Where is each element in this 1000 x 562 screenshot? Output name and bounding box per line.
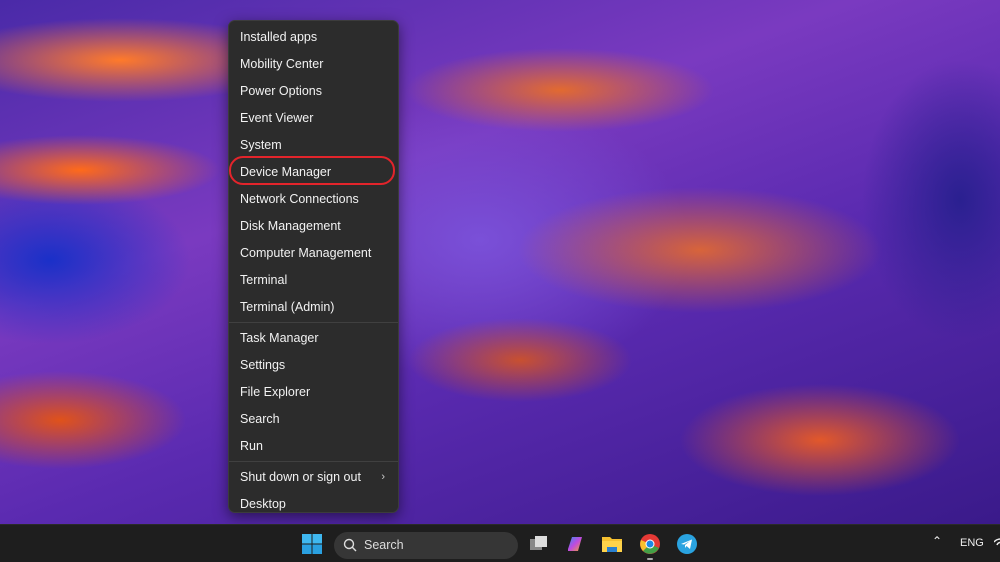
menu-item-shut-down-or-sign-out[interactable]: Shut down or sign out ›: [229, 464, 398, 491]
menu-item-label: Computer Management: [240, 246, 372, 260]
taskbar: Search ⌃ ENG: [0, 524, 1000, 562]
quick-link-menu: Installed apps Mobility Center Power Optio…: [228, 20, 399, 513]
menu-item-label: Run: [240, 439, 263, 453]
menu-item-network-connections[interactable]: Network Connections: [229, 186, 398, 213]
copilot-icon[interactable]: [564, 533, 586, 555]
chevron-right-icon: ›: [381, 471, 385, 483]
menu-item-power-options[interactable]: Power Options: [229, 78, 398, 105]
language-indicator[interactable]: ENG: [960, 537, 984, 549]
menu-item-label: Desktop: [240, 497, 286, 511]
menu-item-run[interactable]: Run: [229, 433, 398, 460]
menu-item-label: Terminal (Admin): [240, 300, 335, 314]
menu-separator: [229, 322, 398, 323]
menu-item-label: File Explorer: [240, 385, 311, 399]
menu-item-label: Mobility Center: [240, 57, 324, 71]
desktop-wallpaper: [0, 0, 1000, 524]
wifi-icon[interactable]: [993, 537, 1000, 552]
start-icon[interactable]: [301, 533, 323, 555]
menu-item-label: Network Connections: [240, 192, 359, 206]
menu-item-settings[interactable]: Settings: [229, 352, 398, 379]
menu-item-event-viewer[interactable]: Event Viewer: [229, 105, 398, 132]
menu-item-system[interactable]: System: [229, 132, 398, 159]
menu-item-search[interactable]: Search: [229, 406, 398, 433]
menu-item-label: Power Options: [240, 84, 322, 98]
menu-item-label: Search: [240, 412, 280, 426]
menu-item-label: Settings: [240, 358, 286, 372]
menu-item-file-explorer[interactable]: File Explorer: [229, 379, 398, 406]
menu-item-installed-apps[interactable]: Installed apps: [229, 24, 398, 51]
menu-item-label: Terminal: [240, 273, 288, 287]
menu-item-terminal-admin[interactable]: Terminal (Admin): [229, 294, 398, 321]
task-view-icon[interactable]: [528, 533, 550, 555]
search-label: Search: [364, 538, 404, 552]
menu-item-label: Device Manager: [240, 165, 332, 179]
menu-item-mobility-center[interactable]: Mobility Center: [229, 51, 398, 78]
menu-item-label: Disk Management: [240, 219, 341, 233]
menu-item-label: Task Manager: [240, 331, 319, 345]
search-icon: [343, 538, 357, 552]
menu-item-desktop[interactable]: Desktop: [229, 491, 398, 518]
menu-item-label: System: [240, 138, 282, 152]
file-explorer-icon[interactable]: [601, 533, 623, 555]
menu-item-label: Shut down or sign out: [240, 470, 361, 484]
menu-item-task-manager[interactable]: Task Manager: [229, 325, 398, 352]
menu-item-terminal[interactable]: Terminal: [229, 267, 398, 294]
menu-item-label: Event Viewer: [240, 111, 314, 125]
menu-item-device-manager[interactable]: Device Manager: [229, 159, 398, 186]
search-box[interactable]: Search: [334, 532, 518, 559]
telegram-icon[interactable]: [676, 533, 698, 555]
chrome-icon[interactable]: [639, 533, 661, 560]
menu-item-computer-management[interactable]: Computer Management: [229, 240, 398, 267]
running-indicator: [647, 558, 653, 560]
menu-item-label: Installed apps: [240, 30, 318, 44]
chevron-up-icon[interactable]: ⌃: [932, 534, 942, 548]
menu-separator: [229, 461, 398, 462]
menu-item-disk-management[interactable]: Disk Management: [229, 213, 398, 240]
